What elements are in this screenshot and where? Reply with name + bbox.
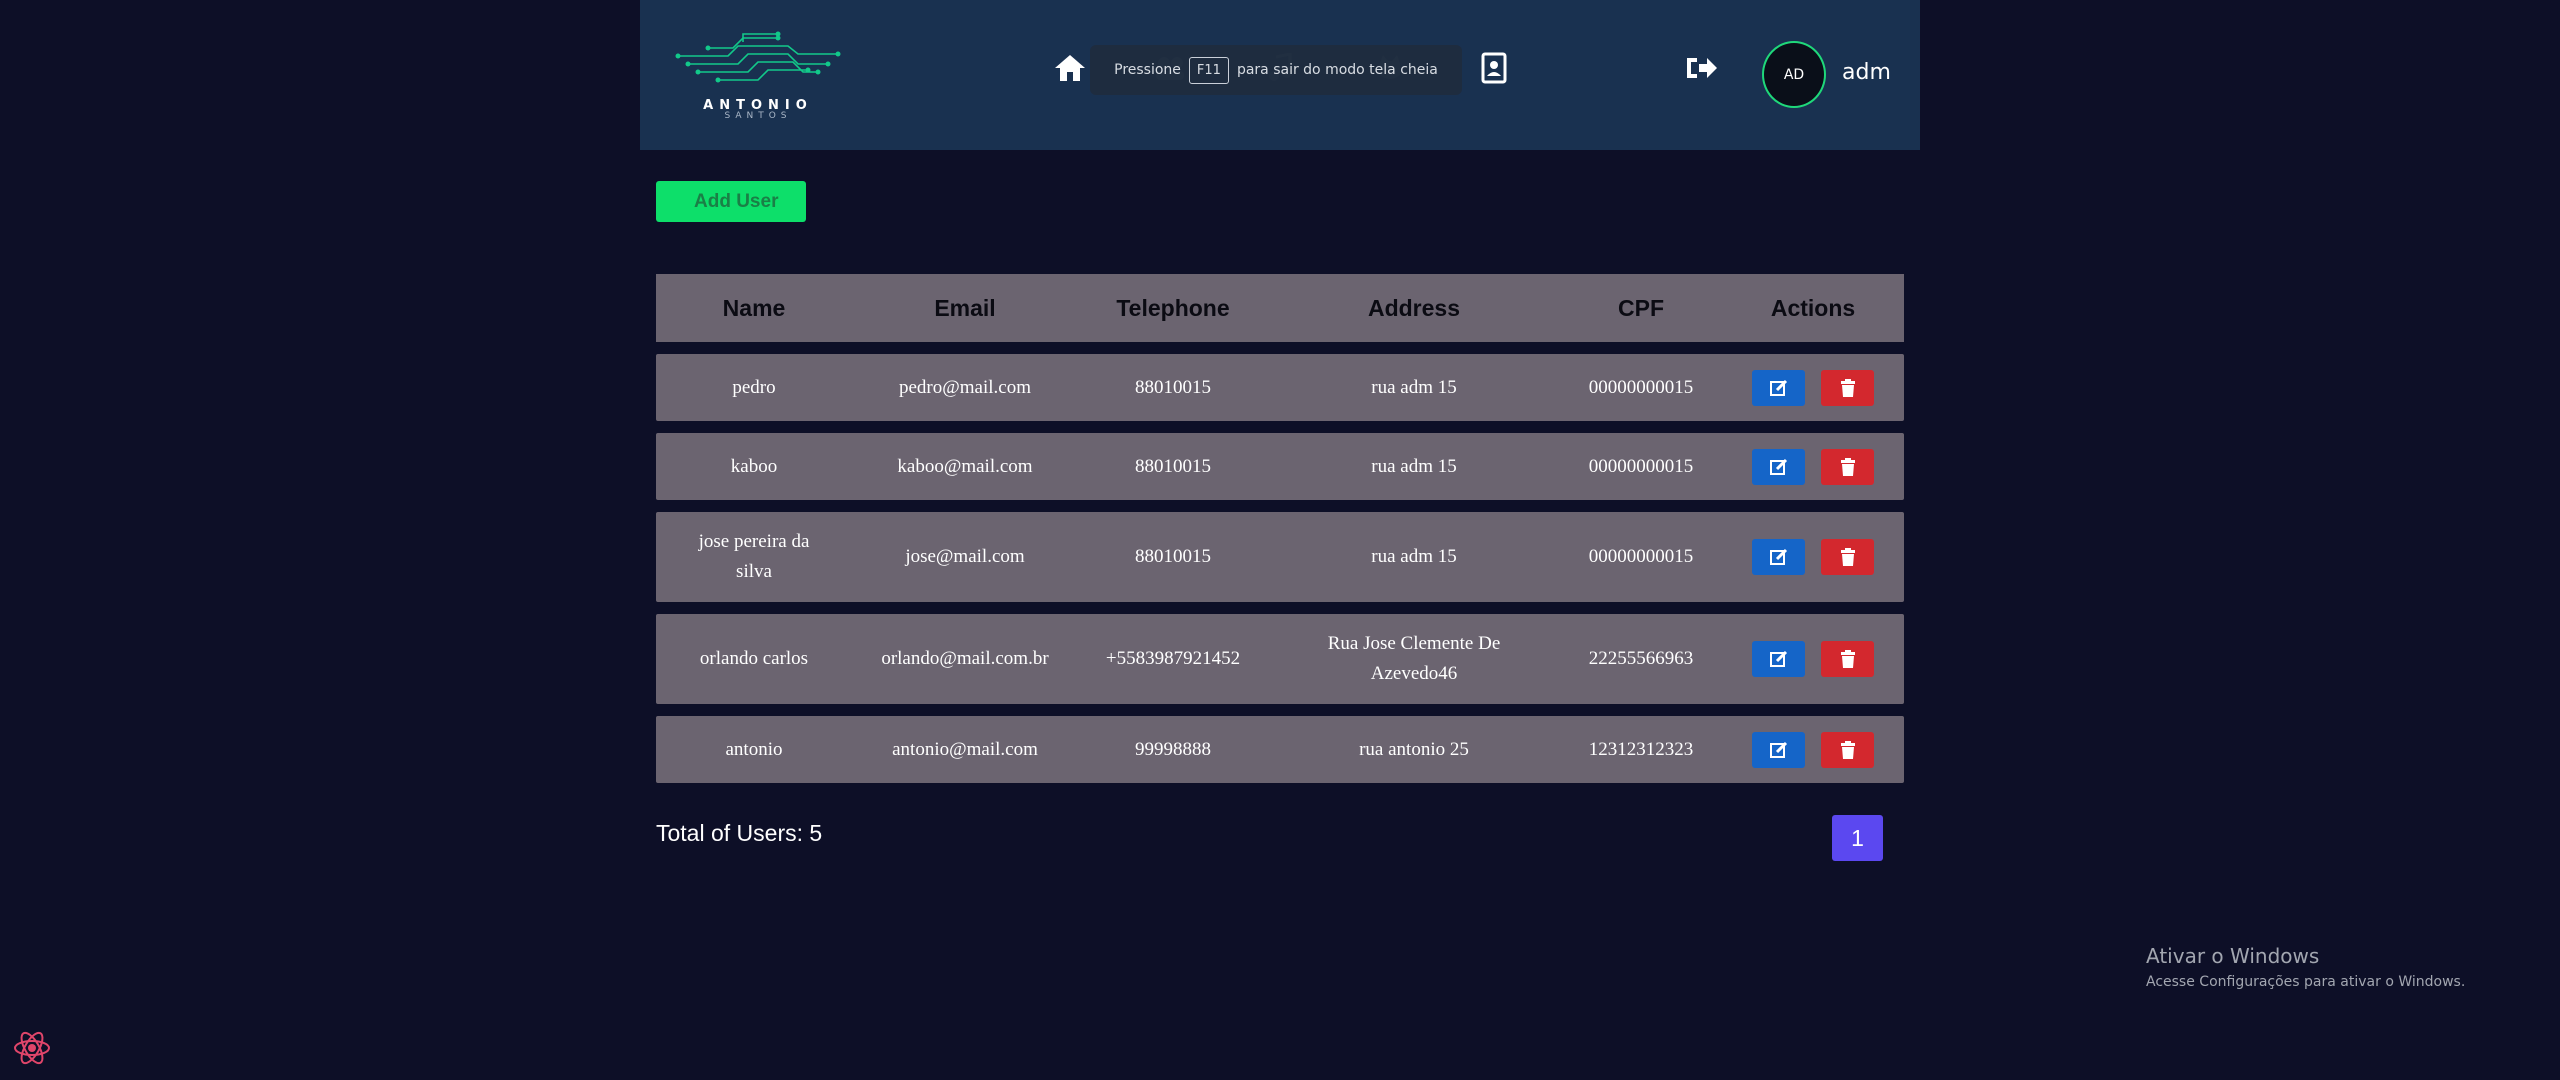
- cell-name: jose pereira da silva: [698, 531, 810, 582]
- fullscreen-notice-after: para sair do modo tela cheia: [1236, 62, 1438, 78]
- home-icon[interactable]: [1050, 48, 1090, 88]
- users-table: Name Email Telephone Address CPF Actions…: [656, 274, 1904, 795]
- cell-address: rua adm 15: [1371, 546, 1457, 567]
- header-address: Address: [1367, 295, 1461, 321]
- cell-address: rua adm 15: [1371, 455, 1457, 477]
- watermark-subtitle: Acesse Configurações para ativar o Windo…: [2146, 974, 2466, 990]
- add-user-button[interactable]: Add User: [656, 181, 806, 222]
- cell-address: rua adm 15: [1371, 376, 1457, 398]
- trash-icon: [1840, 378, 1855, 397]
- cell-name: kaboo: [730, 455, 778, 477]
- header-telephone: Telephone: [1116, 295, 1230, 321]
- logout-icon[interactable]: [1682, 48, 1722, 88]
- cell-actions: [1722, 641, 1904, 677]
- table-row: antonio antonio@mail.com 99998888 rua an…: [656, 716, 1904, 783]
- circuit-logo-icon: [675, 31, 841, 83]
- cell-actions: [1722, 731, 1904, 768]
- cell-address: rua antonio 25: [1359, 738, 1469, 760]
- cell-cpf: 22255566963: [1588, 648, 1694, 669]
- cell-name: orlando carlos: [699, 648, 809, 669]
- cell-email: pedro@mail.com: [899, 376, 1031, 398]
- avatar[interactable]: AD: [1762, 41, 1826, 108]
- table-row: pedro pedro@mail.com 88010015 rua adm 15…: [656, 354, 1904, 421]
- cell-telephone: 88010015: [1135, 546, 1211, 567]
- cell-email: jose@mail.com: [905, 546, 1025, 567]
- edit-icon: [1769, 379, 1787, 396]
- delete-button[interactable]: [1821, 641, 1874, 677]
- delete-button[interactable]: [1821, 369, 1874, 406]
- edit-button[interactable]: [1752, 448, 1805, 485]
- edit-icon: [1769, 458, 1787, 475]
- cell-cpf: 00000000015: [1588, 455, 1694, 477]
- cell-name: antonio: [725, 738, 783, 760]
- edit-button[interactable]: [1752, 731, 1805, 768]
- fullscreen-notice-before: Pressione: [1114, 62, 1181, 78]
- edit-icon: [1769, 741, 1787, 758]
- header: ANTONIO SANTOS Pressione F11 para sair d…: [640, 0, 1920, 150]
- cell-cpf: 00000000015: [1588, 376, 1694, 398]
- header-actions: Actions: [1770, 295, 1856, 321]
- cell-email: orlando@mail.com.br: [881, 648, 1049, 669]
- pagination-page-button[interactable]: 1: [1832, 815, 1883, 861]
- edit-button[interactable]: [1752, 369, 1805, 406]
- windows-activation-watermark: Ativar o Windows Acesse Configurações pa…: [2146, 944, 2465, 990]
- cell-cpf: 12312312323: [1588, 738, 1694, 760]
- edit-button[interactable]: [1752, 641, 1805, 677]
- table-row: kaboo kaboo@mail.com 88010015 rua adm 15…: [656, 433, 1904, 500]
- header-cpf: CPF: [1618, 295, 1664, 321]
- cell-name: pedro: [732, 376, 776, 398]
- table-header-row: Name Email Telephone Address CPF Actions: [656, 274, 1904, 342]
- edit-icon: [1769, 650, 1787, 667]
- trash-icon: [1840, 740, 1855, 759]
- cell-telephone: +5583987921452: [1105, 648, 1241, 669]
- contact-icon[interactable]: [1474, 48, 1514, 88]
- trash-icon: [1840, 650, 1855, 668]
- edit-button[interactable]: [1752, 539, 1805, 575]
- cell-telephone: 88010015: [1135, 455, 1211, 477]
- cell-address: Rua Jose Clemente De Azevedo46: [1327, 633, 1501, 684]
- user-name[interactable]: adm: [1842, 60, 1891, 85]
- trash-icon: [1840, 548, 1855, 566]
- total-users: Total of Users: 5: [656, 820, 823, 846]
- logo[interactable]: ANTONIO SANTOS: [668, 26, 848, 124]
- header-name: Name: [722, 295, 786, 321]
- cell-actions: [1722, 369, 1904, 406]
- react-icon[interactable]: [12, 1028, 52, 1068]
- watermark-title: Ativar o Windows: [2146, 944, 2320, 968]
- header-email: Email: [934, 295, 996, 321]
- delete-button[interactable]: [1821, 448, 1874, 485]
- cell-telephone: 88010015: [1135, 376, 1211, 398]
- fullscreen-notice-key: F11: [1188, 56, 1229, 84]
- logo-subtitle: SANTOS: [724, 111, 792, 121]
- table-row: orlando carlos orlando@mail.com.br +5583…: [656, 614, 1904, 704]
- cell-actions: [1722, 539, 1904, 575]
- cell-cpf: 00000000015: [1588, 546, 1694, 567]
- cell-actions: [1722, 448, 1904, 485]
- table-row: jose pereira da silva jose@mail.com 8801…: [656, 512, 1904, 602]
- cell-telephone: 99998888: [1135, 738, 1211, 760]
- delete-button[interactable]: [1821, 731, 1874, 768]
- fullscreen-notice: Pressione F11 para sair do modo tela che…: [1090, 45, 1462, 95]
- edit-icon: [1769, 548, 1787, 565]
- cell-email: kaboo@mail.com: [897, 455, 1033, 477]
- delete-button[interactable]: [1821, 539, 1874, 575]
- cell-email: antonio@mail.com: [892, 738, 1038, 760]
- app-container: ANTONIO SANTOS Pressione F11 para sair d…: [640, 0, 1920, 861]
- trash-icon: [1840, 457, 1855, 476]
